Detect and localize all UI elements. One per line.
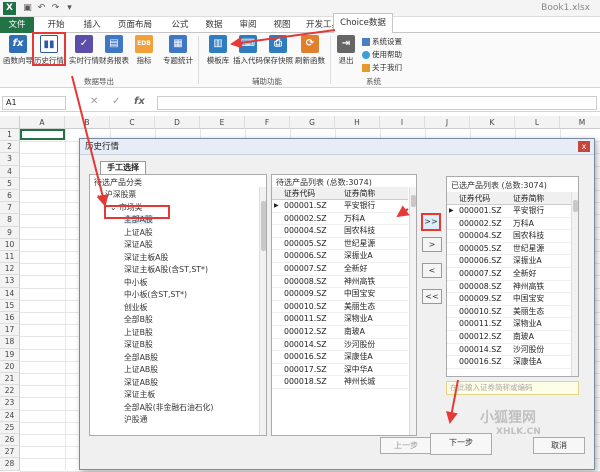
annotation-arrow <box>396 205 410 218</box>
selected-category-highlight <box>104 205 170 219</box>
annotation-arrow <box>230 29 336 49</box>
gridline <box>20 470 600 472</box>
annotation-arrows <box>71 29 459 424</box>
annotation-arrow <box>71 75 109 207</box>
annotation-arrow <box>445 379 459 424</box>
